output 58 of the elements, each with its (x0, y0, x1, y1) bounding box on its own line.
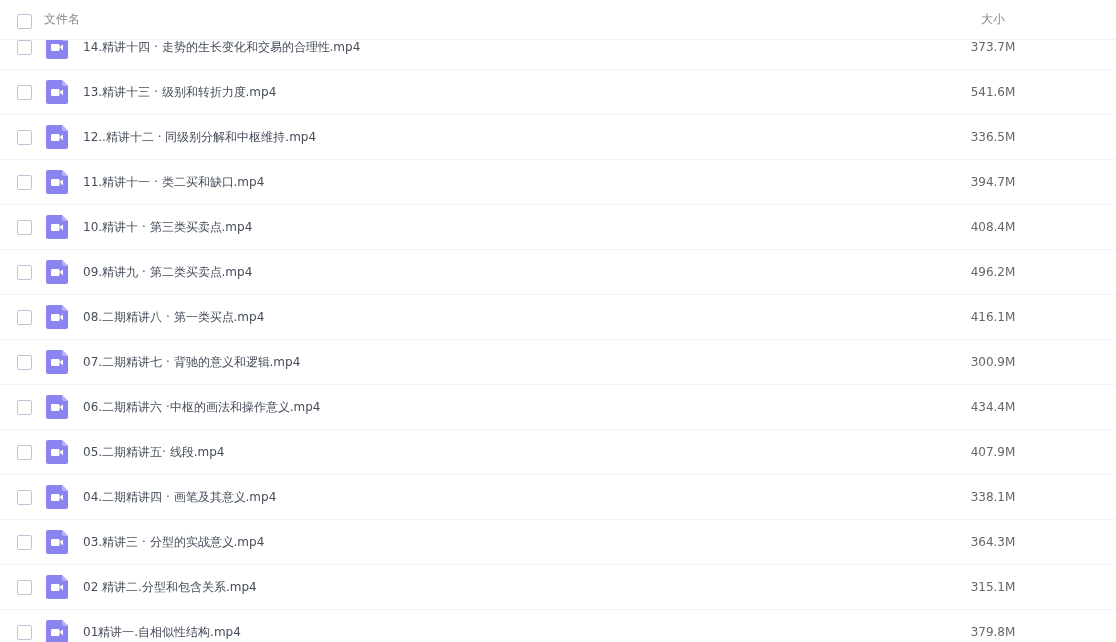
file-name[interactable]: 13.精讲十三 · 级别和转折力度.mp4 (83, 83, 277, 101)
video-file-icon (46, 395, 68, 419)
video-file-icon (46, 485, 68, 509)
video-file-icon (46, 620, 68, 642)
row-checkbox[interactable] (17, 354, 32, 370)
video-file-icon (46, 260, 68, 284)
row-checkbox[interactable] (17, 489, 32, 505)
file-size: 364.3M (969, 535, 1017, 549)
select-all-checkbox[interactable] (17, 13, 32, 29)
video-file-icon (46, 80, 68, 104)
row-checkbox[interactable] (17, 84, 32, 100)
row-checkbox[interactable] (17, 174, 32, 190)
file-name[interactable]: 06.二期精讲六 ·中枢的画法和操作意义.mp4 (83, 398, 321, 416)
row-checkbox[interactable] (17, 264, 32, 280)
file-name[interactable]: 02 精讲二.分型和包含关系.mp4 (83, 578, 257, 596)
file-name[interactable]: 03.精讲三 · 分型的实战意义.mp4 (83, 533, 265, 551)
name-column-header[interactable]: 文件名 (44, 11, 80, 28)
file-size: 416.1M (969, 310, 1017, 324)
file-size: 336.5M (969, 130, 1017, 144)
file-name[interactable]: 08.二期精讲八 · 第一类买点.mp4 (83, 308, 265, 326)
row-checkbox[interactable] (17, 219, 32, 235)
row-checkbox[interactable] (17, 40, 32, 55)
file-name[interactable]: 01精讲一.自相似性结构.mp4 (83, 623, 241, 641)
file-name[interactable]: 04.二期精讲四 · 画笔及其意义.mp4 (83, 488, 277, 506)
video-file-icon (46, 440, 68, 464)
video-file-icon (46, 170, 68, 194)
size-column-header[interactable]: 大小 (958, 11, 1028, 28)
video-file-icon (46, 305, 68, 329)
video-file-icon (46, 125, 68, 149)
file-name[interactable]: 05.二期精讲五· 线段.mp4 (83, 443, 225, 461)
video-file-icon (46, 530, 68, 554)
file-size: 373.7M (969, 40, 1017, 54)
file-name[interactable]: 09.精讲九 · 第二类买卖点.mp4 (83, 263, 253, 281)
file-size: 408.4M (969, 220, 1017, 234)
row-checkbox[interactable] (17, 624, 32, 640)
row-checkbox[interactable] (17, 534, 32, 550)
video-file-icon (46, 215, 68, 239)
file-size: 338.1M (969, 490, 1017, 504)
file-size: 434.4M (969, 400, 1017, 414)
video-file-icon (46, 575, 68, 599)
row-checkbox[interactable] (17, 399, 32, 415)
file-name[interactable]: 10.精讲十 · 第三类买卖点.mp4 (83, 218, 253, 236)
file-name[interactable]: 14.精讲十四 · 走势的生长变化和交易的合理性.mp4 (83, 40, 361, 56)
file-size: 315.1M (969, 580, 1017, 594)
row-checkbox[interactable] (17, 129, 32, 145)
row-checkbox[interactable] (17, 579, 32, 595)
video-file-icon (46, 350, 68, 374)
row-checkbox[interactable] (17, 309, 32, 325)
file-size: 300.9M (969, 355, 1017, 369)
file-name[interactable]: 11.精讲十一 · 类二买和缺口.mp4 (83, 173, 265, 191)
file-size: 541.6M (969, 85, 1017, 99)
row-checkbox[interactable] (17, 444, 32, 460)
file-size: 379.8M (969, 625, 1017, 639)
file-size: 394.7M (969, 175, 1017, 189)
file-size: 496.2M (969, 265, 1017, 279)
file-size: 407.9M (969, 445, 1017, 459)
file-name[interactable]: 07.二期精讲七 · 背驰的意义和逻辑.mp4 (83, 353, 301, 371)
file-name[interactable]: 12..精讲十二 · 同级别分解和中枢维持.mp4 (83, 128, 317, 146)
